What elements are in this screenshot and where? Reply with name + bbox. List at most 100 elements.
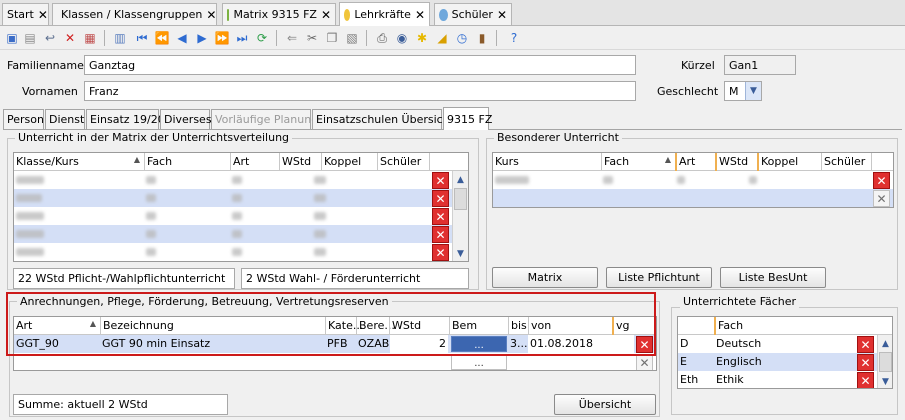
bem-edit-button[interactable]: ... [451,354,507,370]
scroll-up-icon[interactable]: ▲ [878,336,892,351]
kuerzel-field[interactable]: Gan1 [724,55,796,75]
uebersicht-button[interactable]: Übersicht [554,394,656,415]
col-wstd[interactable]: WStd [279,153,321,171]
delete-row-icon[interactable]: ✕ [432,226,449,243]
tab-klassen-label: Klassen / Klassengruppen [61,8,203,21]
table-row[interactable] [14,225,468,243]
col-art[interactable]: Art [230,153,279,171]
preview-icon[interactable]: ◉ [394,30,410,46]
col-klasse-kurs[interactable]: Klasse/Kurs ▲ [14,153,144,171]
col-fach[interactable]: Fach [144,153,230,171]
tab-start-label: Start [7,8,34,21]
chevron-down-icon[interactable]: ▼ [745,82,761,100]
delete-row-icon[interactable]: ✕ [636,354,653,370]
close-icon[interactable]: ✕ [38,8,48,22]
subtab-9315fz[interactable]: 9315 FZ [443,107,492,130]
table-row[interactable] [14,189,468,207]
vertical-scrollbar[interactable]: ▲ ▼ [877,335,892,388]
vornamen-input[interactable]: Franz [84,81,636,101]
subtab-diverses[interactable]: Diverses [160,109,212,129]
vertical-scrollbar[interactable]: ▲ ▼ [452,171,468,261]
geschlecht-value: M [729,84,739,98]
col-koppel[interactable]: Koppel [757,153,821,171]
delete-row-icon[interactable]: ✕ [873,190,890,207]
redacted-text [314,194,326,202]
col-kurs[interactable]: Kurs [493,153,601,171]
matrix-button[interactable]: Matrix [492,267,598,288]
cell-fach: Deutsch [716,337,762,350]
print-icon[interactable]: ⎙ [374,30,390,46]
lightbulb-icon[interactable]: ✱ [414,30,430,46]
save-icon[interactable]: ▤ [22,30,38,46]
clock-icon[interactable]: ◷ [454,30,470,46]
copy-icon[interactable]: ❐ [324,30,340,46]
delete-row-icon[interactable]: ✕ [432,190,449,207]
delete-list-icon[interactable]: ▦ [82,30,98,46]
col-koppel[interactable]: Koppel [321,153,377,171]
delete-row-icon[interactable]: ✕ [432,208,449,225]
delete-row-icon[interactable]: ✕ [432,244,449,261]
next-record-icon[interactable]: ▶ [194,30,210,46]
col-wstd[interactable]: WStd [715,153,757,171]
paste-icon[interactable]: ▧ [344,30,360,46]
close-icon[interactable]: ✕ [206,8,216,22]
besonderer-title: Besonderer Unterricht [494,131,622,144]
col-fach[interactable]: Fach [714,317,854,335]
tab-lehrkraefte[interactable]: Lehrkräfte ✕ [339,2,430,26]
arrow-left-icon[interactable]: ⇐ [284,30,300,46]
table-row[interactable] [14,171,468,189]
first-record-icon[interactable]: ⏮ [134,30,150,46]
col-schueler[interactable]: Schüler [377,153,429,171]
table-row[interactable] [14,207,468,225]
subtab-einsatzschulen[interactable]: Einsatzschulen Übersicht [312,109,454,129]
tab-klassen[interactable]: Klassen / Klassengruppen ✕ [52,3,217,25]
previous-page-icon[interactable]: ⏪ [154,30,170,46]
subtab-dienst[interactable]: Dienst [45,109,85,129]
col-fach[interactable]: Fach ▲ [601,153,675,171]
table-row[interactable] [493,189,893,207]
close-icon[interactable]: ✕ [497,8,507,22]
scroll-thumb[interactable] [454,188,467,210]
list-view-icon[interactable]: ▥ [112,30,128,46]
delete-row-icon[interactable]: ✕ [857,336,874,353]
col-schueler[interactable]: Schüler [821,153,871,171]
scroll-down-icon[interactable]: ▼ [878,374,892,388]
familienname-input[interactable]: Ganztag [84,55,636,75]
last-record-icon[interactable]: ⏭ [234,30,250,46]
cell-fach: Ethik [716,373,744,386]
table-row[interactable] [493,171,893,189]
help-icon[interactable]: ? [506,30,522,46]
table-row[interactable] [14,243,468,261]
cut-icon[interactable]: ✂ [304,30,320,46]
subtab-einsatz[interactable]: Einsatz 19/20 [86,109,165,129]
new-record-icon[interactable]: ▣ [4,30,20,46]
tab-start[interactable]: Start ✕ [2,3,49,25]
col-art[interactable]: Art [675,153,715,171]
scroll-thumb[interactable] [879,352,892,372]
subtab-person[interactable]: Person [3,109,44,129]
delete-row-icon[interactable]: ✕ [873,172,890,189]
undo-icon[interactable]: ↩ [42,30,58,46]
delete-row-icon[interactable]: ✕ [432,172,449,189]
tab-schueler[interactable]: Schüler ✕ [434,3,512,25]
person-card-icon[interactable]: ▮ [474,30,490,46]
matrix-icon [227,8,230,21]
delete-row-icon[interactable]: ✕ [857,354,874,371]
toolbar-separator [276,30,277,46]
col-delete [429,153,453,171]
tab-matrix[interactable]: Matrix 9315 FZ ✕ [222,3,336,25]
liste-pflichtunt-button[interactable]: Liste Pflichtunt [606,267,712,288]
next-page-icon[interactable]: ⏩ [214,30,230,46]
previous-record-icon[interactable]: ◀ [174,30,190,46]
refresh-icon[interactable]: ⟳ [254,30,270,46]
eraser-icon[interactable]: ◢ [434,30,450,46]
scroll-down-icon[interactable]: ▼ [453,246,468,261]
close-icon[interactable]: ✕ [415,8,425,22]
toolbar: ▣ ▤ ↩ ✕ ▦ ▥ ⏮ ⏪ ◀ ▶ ⏩ ⏭ ⟳ ⇐ ✂ ❐ ▧ ⎙ ◉ ✱ … [0,26,905,50]
close-icon[interactable]: ✕ [321,8,331,22]
liste-besunt-button[interactable]: Liste BesUnt [720,267,826,288]
besonderer-grid: Kurs Fach ▲ Art WStd Koppel Schüler ✕ ✕ [492,152,894,208]
delete-icon[interactable]: ✕ [62,30,78,46]
scroll-up-icon[interactable]: ▲ [453,172,468,187]
delete-row-icon[interactable]: ✕ [857,372,874,388]
